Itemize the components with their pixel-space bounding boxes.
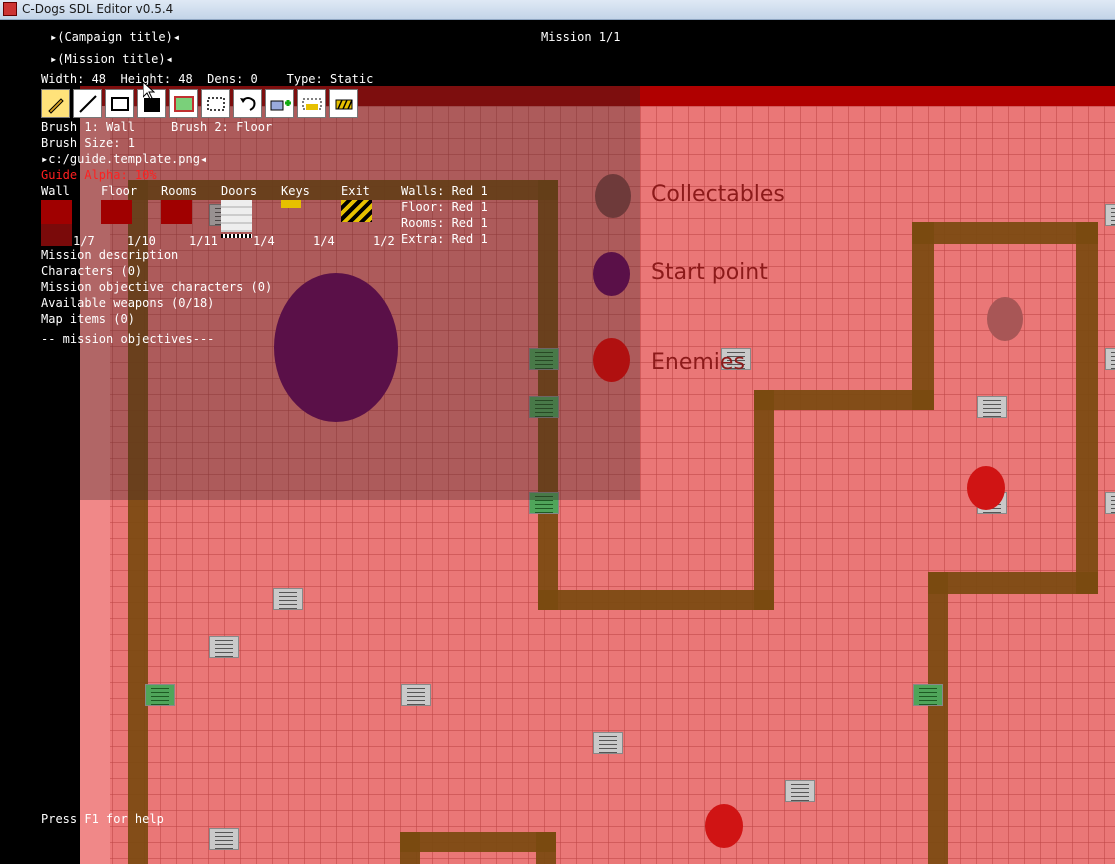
map-top-border-right xyxy=(640,86,1115,106)
wall-segment xyxy=(538,590,774,610)
keys-swatch[interactable] xyxy=(281,200,301,208)
enemy-blob xyxy=(967,466,1005,510)
vent-tile xyxy=(209,828,239,850)
vent-tile xyxy=(145,684,175,706)
wall-segment xyxy=(754,390,774,610)
wall-segment xyxy=(912,222,934,410)
enemies-marker xyxy=(593,338,630,382)
add-item-icon xyxy=(270,99,291,110)
help-hint: Press F1 for help xyxy=(41,812,164,826)
vent-tile xyxy=(593,732,623,754)
room-icon xyxy=(173,95,194,112)
wall-segment xyxy=(754,390,934,410)
menu-available-weapons[interactable]: Available weapons (0/18) xyxy=(41,296,214,310)
rectangle-tool[interactable] xyxy=(105,89,134,118)
exit-icon xyxy=(335,99,353,109)
undo-icon xyxy=(239,96,255,111)
select-icon xyxy=(206,96,225,111)
palette-header-keys: Keys xyxy=(281,184,310,198)
line-icon xyxy=(78,94,97,113)
vent-tile xyxy=(913,684,943,706)
vent-tile xyxy=(209,636,239,658)
rectangle-icon xyxy=(110,96,129,111)
menu-mission-objectives[interactable]: -- mission objectives--- xyxy=(41,332,214,346)
palette-header-exit: Exit xyxy=(341,184,370,198)
add-item-tool[interactable] xyxy=(265,89,294,118)
pencil-icon xyxy=(47,97,64,114)
wall-segment xyxy=(400,832,556,852)
rooms-swatch[interactable] xyxy=(161,200,192,224)
legend-start-point: Start point xyxy=(651,260,768,285)
menu-characters[interactable]: Characters (0) xyxy=(41,264,142,278)
wall-segment xyxy=(400,832,420,864)
line-tool[interactable] xyxy=(73,89,102,118)
wall-segment xyxy=(928,572,1098,594)
select-tool[interactable] xyxy=(201,89,230,118)
doors-swatch-strip xyxy=(221,234,252,238)
walls-color[interactable]: Walls: Red 1 xyxy=(401,184,488,198)
enemy-blob xyxy=(705,804,743,848)
window-titlebar[interactable]: C-Dogs SDL Editor v0.5.4 xyxy=(0,0,1115,20)
app-icon xyxy=(3,2,17,16)
exit-tool[interactable] xyxy=(329,89,358,118)
start-point-marker xyxy=(593,252,630,296)
guide-file[interactable]: ▸c:/guide.template.png◂ xyxy=(41,152,207,166)
legend-enemies: Enemies xyxy=(651,350,745,375)
undo-tool[interactable] xyxy=(233,89,262,118)
mouse-cursor-icon xyxy=(143,82,155,100)
vent-tile xyxy=(1105,348,1115,370)
vent-tile xyxy=(785,780,815,802)
key-icon xyxy=(302,98,321,110)
menu-mission-description[interactable]: Mission description xyxy=(41,248,178,262)
menu-map-items[interactable]: Map items (0) xyxy=(41,312,135,326)
guide-alpha[interactable]: Guide Alpha: 10% xyxy=(41,168,157,182)
palette-count-wall: 1/7 xyxy=(73,234,95,248)
wall-segment xyxy=(536,832,556,864)
wall-swatch-alt[interactable] xyxy=(41,224,72,246)
legend-collectables: Collectables xyxy=(651,182,785,207)
palette-count-doors: 1/4 xyxy=(253,234,275,248)
doors-swatch[interactable] xyxy=(221,200,252,232)
palette-count-keys: 1/4 xyxy=(313,234,335,248)
start-point-blob-large xyxy=(274,273,398,422)
palette-header-doors: Doors xyxy=(221,184,258,198)
rooms-color[interactable]: Rooms: Red 1 xyxy=(401,216,488,230)
brush-size[interactable]: Brush Size: 1 xyxy=(41,136,135,150)
brush-info[interactable]: Brush 1: Wall Brush 2: Floor xyxy=(41,120,272,134)
vent-tile xyxy=(401,684,431,706)
campaign-title[interactable]: ▸(Campaign title)◂ xyxy=(50,30,180,44)
extra-color[interactable]: Extra: Red 1 xyxy=(401,232,488,246)
wall-segment xyxy=(912,222,1098,244)
wall-segment xyxy=(1076,222,1098,594)
palette-count-rooms: 1/11 xyxy=(189,234,218,248)
vent-tile xyxy=(1105,492,1115,514)
window-title: C-Dogs SDL Editor v0.5.4 xyxy=(22,2,174,16)
palette-header-wall: Wall xyxy=(41,184,70,198)
menu-objective-characters[interactable]: Mission objective characters (0) xyxy=(41,280,272,294)
palette-header-rooms: Rooms xyxy=(161,184,198,198)
vent-tile xyxy=(977,396,1007,418)
map-info[interactable]: Width: 48 Height: 48 Dens: 0 Type: Stati… xyxy=(41,72,373,86)
wall-swatch[interactable] xyxy=(41,200,72,224)
palette-count-floor: 1/10 xyxy=(127,234,156,248)
palette-header-floor: Floor xyxy=(101,184,138,198)
vent-tile xyxy=(1105,204,1115,226)
collectables-marker xyxy=(595,174,631,218)
collectable-blob xyxy=(987,297,1023,341)
add-key-tool[interactable] xyxy=(297,89,326,118)
floor-color[interactable]: Floor: Red 1 xyxy=(401,200,488,214)
mission-counter: Mission 1/1 xyxy=(541,30,621,44)
floor-swatch[interactable] xyxy=(101,200,132,224)
exit-swatch[interactable] xyxy=(341,200,372,222)
palette-count-exit: 1/2 xyxy=(373,234,395,248)
room-tool[interactable] xyxy=(169,89,198,118)
pencil-tool[interactable] xyxy=(41,89,70,118)
wall-segment xyxy=(928,572,948,864)
mission-title[interactable]: ▸(Mission title)◂ xyxy=(50,52,173,66)
vent-tile xyxy=(273,588,303,610)
